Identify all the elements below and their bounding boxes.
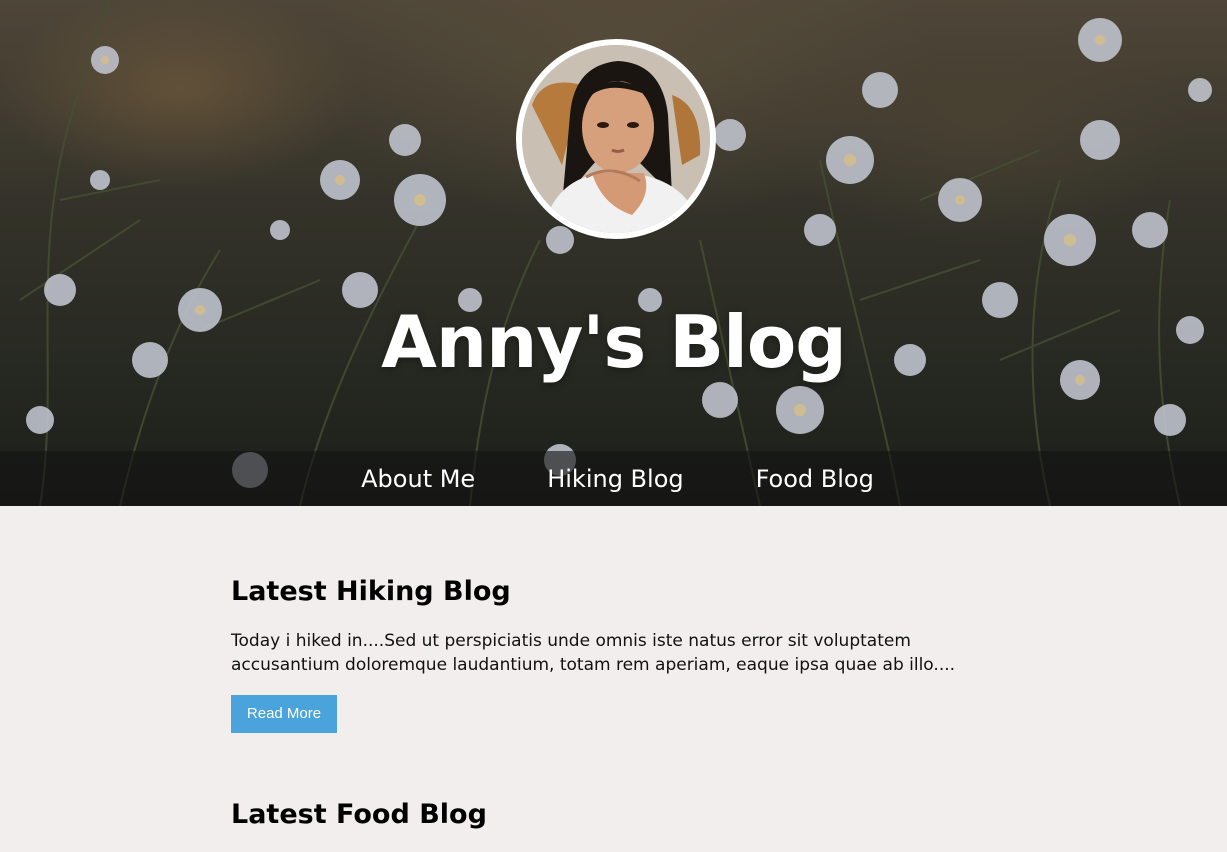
portrait-image (522, 45, 710, 233)
post-heading: Latest Food Blog (231, 799, 487, 830)
hero-banner: Anny's Blog About Me Hiking Blog Food Bl… (0, 0, 1227, 506)
latest-hiking-post: Latest Hiking Blog Today i hiked in....S… (231, 576, 1011, 733)
nav-item-about-me[interactable]: About Me (361, 465, 475, 493)
nav-item-food-blog[interactable]: Food Blog (756, 465, 874, 493)
profile-avatar (516, 39, 716, 239)
main-nav: About Me Hiking Blog Food Blog (0, 451, 1227, 506)
post-heading: Latest Hiking Blog (231, 576, 511, 607)
post-excerpt: Today i hiked in....Sed ut perspiciatis … (231, 631, 956, 675)
nav-item-hiking-blog[interactable]: Hiking Blog (547, 465, 683, 493)
latest-food-post: Latest Food Blog (231, 799, 1011, 830)
main-content: Latest Hiking Blog Today i hiked in....S… (231, 506, 1011, 830)
blog-title: Anny's Blog (381, 300, 847, 384)
read-more-button[interactable]: Read More (231, 695, 337, 733)
